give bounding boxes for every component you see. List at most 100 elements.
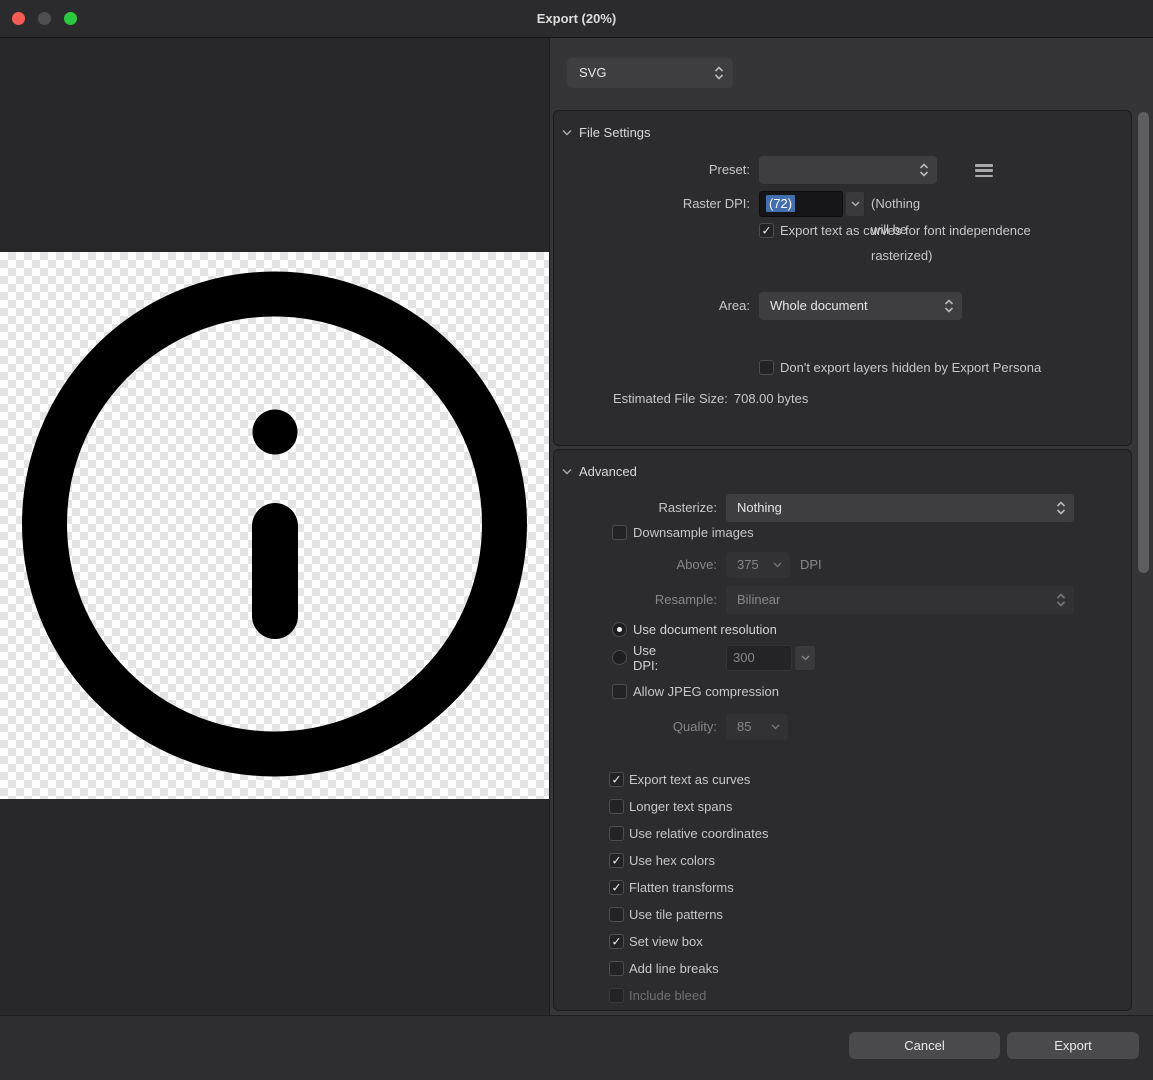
above-dpi-combo: 375 bbox=[726, 552, 790, 578]
svg-options-list: ✓ Export text as curves ✓ Longer text sp… bbox=[609, 772, 768, 1003]
use-dpi-input: 300 bbox=[726, 645, 792, 671]
chevron-down-icon bbox=[771, 724, 780, 730]
quality-label: Quality: bbox=[554, 714, 717, 740]
checkbox-label: Use tile patterns bbox=[629, 907, 723, 922]
export-text-curves-font-checkbox[interactable]: ✓ Export text as curves for font indepen… bbox=[759, 223, 1031, 238]
export-button[interactable]: Export bbox=[1007, 1032, 1139, 1059]
check-icon: ✓ bbox=[611, 935, 621, 947]
rasterize-dropdown[interactable]: Nothing bbox=[726, 494, 1074, 522]
format-select-value: SVG bbox=[579, 65, 606, 80]
preset-label: Preset: bbox=[554, 156, 750, 184]
option-use-tile-patterns[interactable]: ✓ Use tile patterns bbox=[609, 907, 768, 922]
area-value: Whole document bbox=[770, 298, 868, 313]
checkbox: ✓ bbox=[609, 853, 624, 868]
chevron-down-icon bbox=[773, 562, 782, 568]
chevron-down-icon bbox=[801, 655, 810, 661]
radio-label: Use document resolution bbox=[633, 622, 777, 637]
format-select[interactable]: SVG bbox=[567, 58, 733, 88]
raster-dpi-value: (72) bbox=[766, 195, 795, 212]
checkbox: ✓ bbox=[759, 360, 774, 375]
info-icon-artwork bbox=[0, 252, 549, 799]
check-icon: ✓ bbox=[611, 773, 621, 785]
section-title: Advanced bbox=[579, 464, 637, 479]
checkbox-label: Allow JPEG compression bbox=[633, 684, 779, 699]
scrollbar-thumb[interactable] bbox=[1138, 112, 1149, 573]
export-dialog: Export (20%) SVG File Set bbox=[0, 0, 1153, 1080]
option-longer-text-spans[interactable]: ✓ Longer text spans bbox=[609, 799, 768, 814]
dialog-footer: Cancel Export bbox=[0, 1015, 1153, 1080]
checkbox: ✓ bbox=[612, 684, 627, 699]
use-dpi-value: 300 bbox=[733, 650, 755, 665]
area-dropdown[interactable]: Whole document bbox=[759, 292, 962, 320]
use-dpi-dropdown-button bbox=[794, 645, 816, 671]
export-preview-canvas bbox=[0, 252, 549, 799]
checkbox: ✓ bbox=[609, 772, 624, 787]
option-add-line-breaks[interactable]: ✓ Add line breaks bbox=[609, 961, 768, 976]
raster-dpi-label: Raster DPI: bbox=[554, 191, 750, 217]
settings-panel: SVG File Settings Preset: bbox=[549, 38, 1153, 1015]
checkbox: ✓ bbox=[609, 988, 624, 1003]
use-dpi-radio[interactable]: Use DPI: bbox=[612, 650, 658, 665]
cancel-button[interactable]: Cancel bbox=[849, 1032, 1000, 1059]
checkbox-label: Longer text spans bbox=[629, 799, 732, 814]
area-label: Area: bbox=[554, 292, 750, 320]
checkbox: ✓ bbox=[609, 826, 624, 841]
stepper-icon bbox=[1056, 501, 1066, 515]
checkbox-label: Use relative coordinates bbox=[629, 826, 768, 841]
checkbox-label: Flatten transforms bbox=[629, 880, 734, 895]
radio-button bbox=[612, 622, 627, 637]
checkbox-label: Set view box bbox=[629, 934, 703, 949]
title-bar: Export (20%) bbox=[0, 0, 1153, 38]
disclosure-chevron-icon bbox=[562, 468, 572, 475]
stepper-icon bbox=[944, 299, 954, 313]
check-icon: ✓ bbox=[611, 854, 621, 866]
preset-dropdown[interactable] bbox=[759, 156, 937, 184]
radio-button bbox=[612, 650, 627, 665]
option-include-bleed: ✓ Include bleed bbox=[609, 988, 768, 1003]
advanced-section: Advanced Rasterize: Nothing ✓ Downsample… bbox=[553, 449, 1132, 1011]
checkbox: ✓ bbox=[759, 223, 774, 238]
allow-jpeg-compression-checkbox[interactable]: ✓ Allow JPEG compression bbox=[612, 684, 779, 699]
checkbox: ✓ bbox=[609, 880, 624, 895]
option-flatten-transforms[interactable]: ✓ Flatten transforms bbox=[609, 880, 768, 895]
option-use-relative-coordinates[interactable]: ✓ Use relative coordinates bbox=[609, 826, 768, 841]
stepper-icon bbox=[1056, 593, 1066, 607]
quality-value: 85 bbox=[737, 719, 751, 734]
estimated-size-value: 708.00 bytes bbox=[734, 391, 808, 405]
checkbox: ✓ bbox=[609, 799, 624, 814]
downsample-images-checkbox[interactable]: ✓ Downsample images bbox=[612, 525, 754, 540]
option-export-text-as-curves[interactable]: ✓ Export text as curves bbox=[609, 772, 768, 787]
advanced-header[interactable]: Advanced bbox=[562, 463, 637, 479]
checkbox-label: Export text as curves for font independe… bbox=[780, 223, 1031, 238]
checkbox-label: Downsample images bbox=[633, 525, 754, 540]
option-use-hex-colors[interactable]: ✓ Use hex colors bbox=[609, 853, 768, 868]
option-set-view-box[interactable]: ✓ Set view box bbox=[609, 934, 768, 949]
dont-export-hidden-checkbox[interactable]: ✓ Don't export layers hidden by Export P… bbox=[759, 360, 1041, 375]
quality-combo: 85 bbox=[726, 714, 788, 740]
use-document-resolution-radio[interactable]: Use document resolution bbox=[612, 622, 777, 637]
rasterize-label: Rasterize: bbox=[554, 494, 717, 522]
radio-label: Use DPI: bbox=[633, 643, 658, 673]
above-dpi-value: 375 bbox=[737, 557, 759, 572]
check-icon: ✓ bbox=[611, 881, 621, 893]
preview-area bbox=[0, 38, 549, 1015]
checkbox-label: Include bleed bbox=[629, 988, 706, 1003]
checkbox: ✓ bbox=[609, 961, 624, 976]
file-settings-header[interactable]: File Settings bbox=[562, 124, 651, 140]
preset-menu-icon[interactable] bbox=[975, 164, 993, 177]
chevron-down-icon bbox=[851, 201, 860, 207]
checkbox: ✓ bbox=[609, 907, 624, 922]
checkbox-label: Add line breaks bbox=[629, 961, 719, 976]
checkbox: ✓ bbox=[612, 525, 627, 540]
dpi-unit-label: DPI bbox=[800, 552, 822, 578]
raster-dpi-input[interactable]: (72) bbox=[759, 191, 843, 217]
raster-dpi-dropdown-button[interactable] bbox=[845, 191, 865, 217]
checkbox-label: Use hex colors bbox=[629, 853, 715, 868]
above-label: Above: bbox=[554, 552, 717, 578]
estimated-size-label: Estimated File Size: bbox=[613, 391, 728, 405]
resample-value: Bilinear bbox=[737, 592, 780, 607]
stepper-icon bbox=[714, 66, 724, 80]
file-settings-section: File Settings Preset: Raster DPI: (72) bbox=[553, 110, 1132, 446]
resample-label: Resample: bbox=[554, 586, 717, 614]
checkbox: ✓ bbox=[609, 934, 624, 949]
